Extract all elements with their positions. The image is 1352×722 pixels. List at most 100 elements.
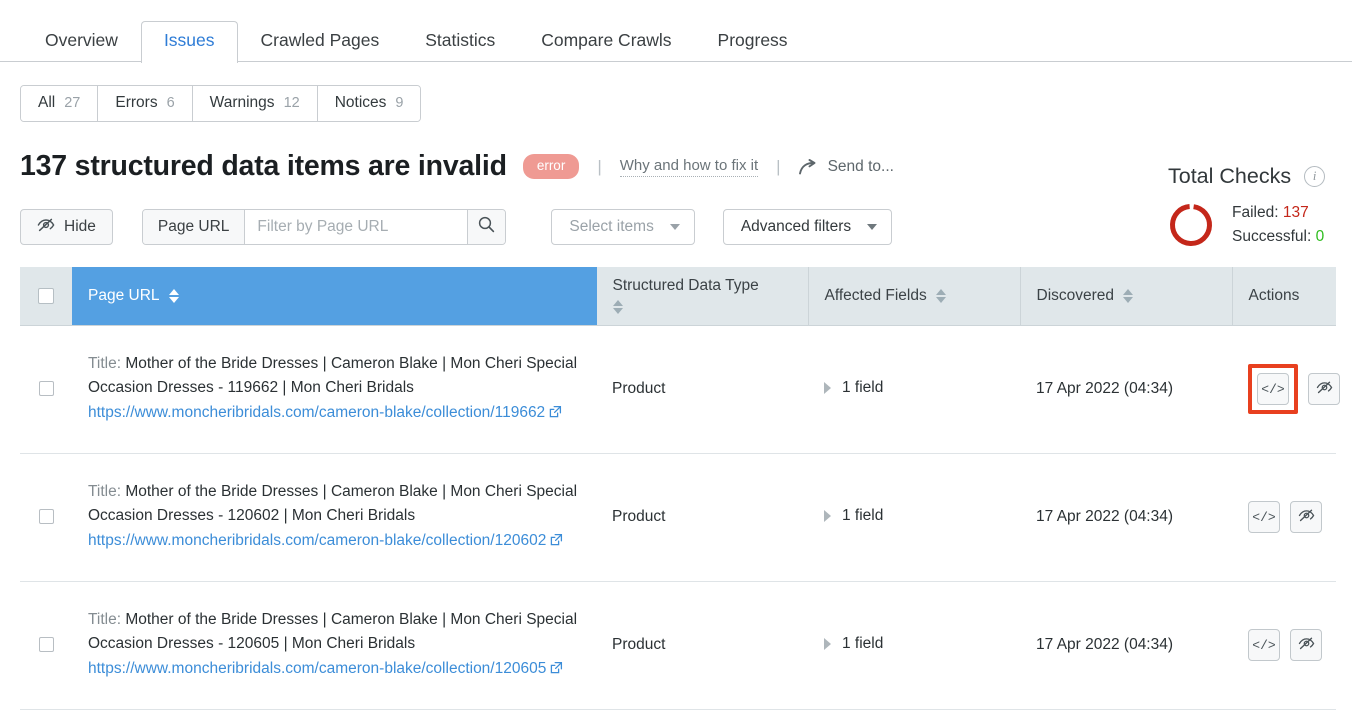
column-label: Structured Data Type: [612, 277, 759, 295]
chevron-down-icon: [669, 224, 680, 230]
why-and-how-to-fix-it-link[interactable]: Why and how to fix it: [619, 157, 759, 177]
discovered-cell: 17 Apr 2022 (04:34): [1020, 453, 1232, 582]
page-url-link[interactable]: https://www.moncheribridals.com/cameron-…: [88, 404, 545, 421]
select-all-checkbox[interactable]: [38, 287, 54, 304]
tab-crawled-pages[interactable]: Crawled Pages: [238, 21, 403, 63]
severity-filter-all[interactable]: All 27: [21, 86, 99, 121]
hide-button[interactable]: Hide: [20, 209, 113, 245]
severity-count: 9: [395, 95, 404, 111]
expand-fields-toggle[interactable]: 1 field: [824, 379, 883, 397]
severity-filter-group: All 27 Errors 6 Warnings 12 Notices 9: [20, 85, 422, 122]
column-header-discovered[interactable]: Discovered: [1020, 267, 1233, 326]
page-url-link[interactable]: https://www.moncheribridals.com/cameron-…: [88, 532, 546, 549]
select-items-dropdown[interactable]: Select items: [551, 209, 695, 245]
issues-table: Page URL Structured Data Type Affected F…: [20, 267, 1340, 710]
page-url-search-group: Page URL: [141, 209, 507, 245]
share-arrow-icon: [798, 158, 818, 175]
info-icon[interactable]: i: [1304, 166, 1326, 187]
failed-line: Failed: 137: [1232, 201, 1324, 225]
send-to-label: Send to...: [827, 157, 894, 175]
view-source-button[interactable]: </>: [1257, 373, 1289, 405]
external-link-icon[interactable]: [550, 658, 563, 682]
severity-count: 12: [283, 95, 300, 111]
column-label: Discovered: [1036, 286, 1115, 304]
page-url-cell: Title: Mother of the Bride Dresses | Cam…: [72, 325, 596, 454]
actions-cell: </>: [1232, 581, 1336, 710]
column-label: Page URL: [88, 286, 160, 304]
ignore-button[interactable]: [1290, 629, 1322, 661]
sort-icon: [935, 288, 947, 304]
tab-issues[interactable]: Issues: [140, 20, 238, 63]
row-select-cell[interactable]: [20, 581, 72, 710]
tab-progress[interactable]: Progress: [695, 21, 811, 63]
search-icon: [478, 216, 495, 238]
title-prefix: Title:: [88, 482, 122, 500]
view-source-button[interactable]: </>: [1248, 629, 1280, 661]
structured-data-type-cell: Product: [596, 581, 808, 710]
page-url-cell: Title: Mother of the Bride Dresses | Cam…: [72, 453, 596, 582]
select-items-label: Select items: [569, 218, 654, 235]
severity-label: All: [38, 94, 56, 111]
advanced-filters-dropdown[interactable]: Advanced filters: [722, 209, 893, 245]
sort-icon: [1123, 288, 1134, 304]
row-checkbox[interactable]: [38, 637, 54, 653]
hide-label: Hide: [64, 218, 96, 235]
tab-statistics[interactable]: Statistics: [402, 21, 518, 63]
ignore-button[interactable]: [1290, 501, 1322, 533]
main-tabbar: Overview Issues Crawled Pages Statistics…: [0, 0, 1352, 63]
structured-data-type-cell: Product: [596, 325, 808, 454]
tab-compare-crawls[interactable]: Compare Crawls: [518, 21, 694, 63]
row-select-cell[interactable]: [20, 325, 72, 454]
column-header-structured-data-type[interactable]: Structured Data Type: [596, 267, 809, 326]
chevron-right-icon: [824, 510, 831, 522]
table-head: Page URL Structured Data Type Affected F…: [20, 267, 1336, 326]
advanced-filters-label: Advanced filters: [740, 218, 852, 235]
column-header-affected-fields[interactable]: Affected Fields: [808, 267, 1021, 326]
affected-fields-value: 1 field: [842, 635, 884, 652]
expand-fields-toggle[interactable]: 1 field: [824, 635, 883, 653]
search-input[interactable]: [245, 210, 468, 244]
external-link-icon[interactable]: [550, 530, 563, 554]
column-header-actions: Actions: [1232, 267, 1336, 326]
successful-line: Successful: 0: [1232, 225, 1324, 249]
total-checks-header: Total Checks i: [1168, 164, 1348, 189]
discovered-cell: 17 Apr 2022 (04:34): [1020, 325, 1232, 454]
total-checks-panel: Total Checks i Failed: 137 Successful: 0: [1168, 164, 1348, 249]
discovered-cell: 17 Apr 2022 (04:34): [1020, 581, 1232, 710]
severity-filter-warnings[interactable]: Warnings 12: [192, 86, 318, 121]
search-scope-button[interactable]: Page URL: [142, 210, 246, 244]
failed-value: 137: [1282, 204, 1309, 221]
column-label: Affected Fields: [824, 286, 927, 304]
row-select-cell[interactable]: [20, 453, 72, 582]
table-row: Title: Mother of the Bride Dresses | Cam…: [20, 325, 1340, 454]
row-checkbox[interactable]: [38, 381, 54, 397]
table-body: Title: Mother of the Bride Dresses | Cam…: [20, 325, 1340, 710]
tab-overview[interactable]: Overview: [22, 21, 141, 63]
row-checkbox[interactable]: [38, 509, 54, 525]
highlight-box: </>: [1248, 364, 1298, 414]
severity-filter-notices[interactable]: Notices 9: [317, 86, 421, 121]
eye-slash-icon: [37, 218, 55, 237]
column-header-page-url[interactable]: Page URL: [72, 267, 597, 326]
external-link-icon[interactable]: [549, 402, 562, 426]
expand-fields-toggle[interactable]: 1 field: [824, 507, 883, 525]
ignore-button[interactable]: [1308, 373, 1340, 405]
send-to-button[interactable]: Send to...: [798, 157, 894, 176]
view-source-button[interactable]: </>: [1248, 501, 1280, 533]
page-url-cell: Title: Mother of the Bride Dresses | Cam…: [72, 581, 596, 710]
eye-slash-icon: [1298, 509, 1315, 526]
select-all-header[interactable]: [20, 267, 72, 326]
severity-filter-errors[interactable]: Errors 6: [98, 86, 193, 121]
affected-fields-value: 1 field: [842, 379, 884, 396]
search-button[interactable]: [467, 210, 506, 244]
severity-count: 27: [64, 95, 81, 111]
page-title: 137 structured data items are invalid: [20, 150, 507, 182]
affected-fields-cell: 1 field: [808, 581, 1020, 710]
page-url-link[interactable]: https://www.moncheribridals.com/cameron-…: [88, 660, 546, 677]
actions-cell: </>: [1232, 453, 1336, 582]
page-title-text: Mother of the Bride Dresses | Cameron Bl…: [88, 354, 578, 397]
total-checks-title: Total Checks: [1168, 164, 1292, 188]
issues-table-wrapper: Page URL Structured Data Type Affected F…: [20, 267, 1340, 710]
total-checks-legend: Failed: 137 Successful: 0: [1232, 201, 1324, 249]
total-checks-body: Failed: 137 Successful: 0: [1168, 201, 1348, 249]
